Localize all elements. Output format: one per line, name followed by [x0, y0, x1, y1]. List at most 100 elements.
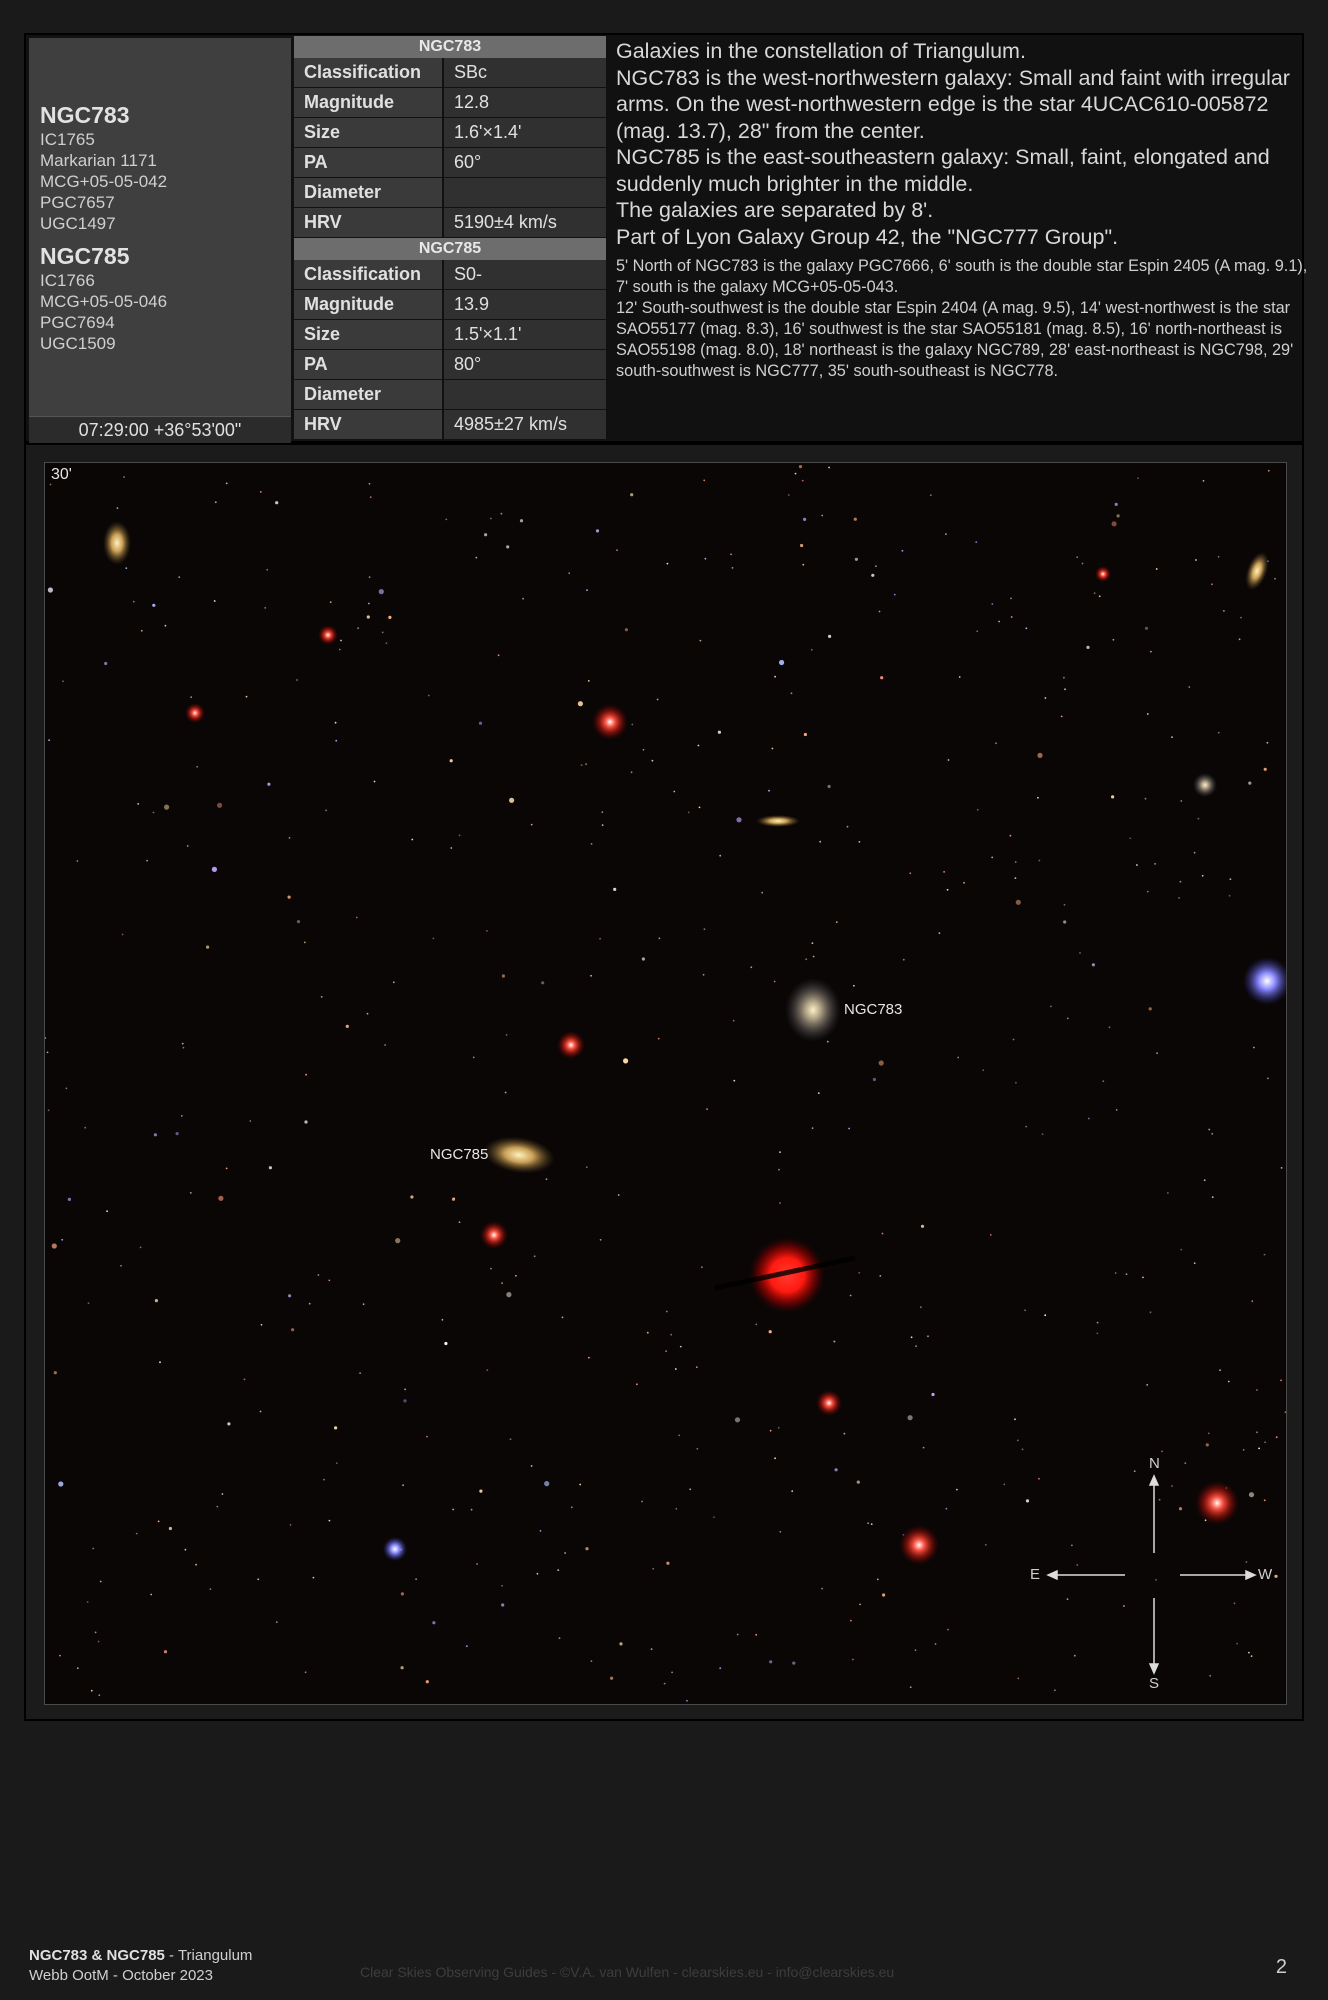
galaxy — [1193, 773, 1217, 797]
star — [450, 847, 453, 849]
alias: IC1765 — [40, 130, 95, 149]
star — [388, 615, 392, 619]
star — [779, 1202, 781, 1204]
star — [329, 601, 332, 603]
footer-title: NGC783 & NGC785 — [29, 1947, 165, 1964]
star — [320, 996, 323, 998]
star — [853, 517, 857, 521]
star — [152, 811, 155, 814]
star — [564, 1552, 566, 1554]
star — [157, 1520, 160, 1523]
star — [790, 692, 793, 695]
star — [1258, 1447, 1260, 1450]
row-key: Size — [294, 320, 444, 349]
alias: MCG+05-05-046 — [40, 292, 168, 311]
row-value — [444, 178, 606, 207]
table-row: PA 60° — [294, 148, 606, 178]
star — [774, 675, 776, 678]
star — [51, 1243, 57, 1249]
star — [590, 974, 592, 977]
star — [213, 600, 216, 602]
star — [1280, 1379, 1282, 1382]
star — [588, 1356, 590, 1359]
description-line: The galaxies are separated by 8'. — [616, 198, 934, 222]
star — [97, 1640, 100, 1643]
star — [909, 872, 912, 875]
star — [585, 1547, 589, 1551]
star — [670, 1333, 673, 1336]
star — [355, 916, 358, 919]
star — [1014, 861, 1017, 863]
star — [774, 1457, 776, 1460]
table-title: NGC785 — [294, 238, 606, 260]
star — [1044, 1314, 1047, 1317]
row-key: PA — [294, 350, 444, 379]
star — [164, 624, 167, 627]
star — [1003, 1483, 1006, 1486]
star — [1193, 1262, 1196, 1265]
star — [998, 620, 1000, 623]
star — [288, 1294, 292, 1298]
star — [666, 1561, 670, 1565]
star — [1197, 817, 1200, 820]
star — [771, 747, 774, 750]
star — [590, 1660, 593, 1662]
star — [1091, 963, 1095, 967]
star — [984, 1543, 987, 1546]
bright-star — [318, 625, 338, 645]
star — [976, 808, 979, 811]
star — [610, 1676, 614, 1680]
star — [1179, 880, 1182, 883]
star — [486, 1369, 489, 1371]
bright-star — [816, 1390, 842, 1416]
star — [1012, 1038, 1015, 1041]
star — [792, 1661, 796, 1665]
star — [305, 1073, 307, 1076]
star — [827, 784, 831, 789]
star — [1014, 877, 1017, 879]
table-row: Classification SBc — [294, 58, 606, 88]
star — [432, 1621, 436, 1625]
star — [289, 1524, 292, 1526]
star — [803, 517, 807, 521]
star — [778, 1168, 780, 1171]
row-key: Diameter — [294, 178, 444, 207]
row-value: 13.9 — [444, 290, 606, 319]
star — [1063, 676, 1065, 679]
star — [828, 466, 830, 469]
star — [617, 1194, 620, 1196]
star — [1263, 767, 1267, 771]
star — [186, 845, 189, 847]
row-value: 12.8 — [444, 88, 606, 117]
star — [1136, 864, 1138, 866]
star — [1211, 583, 1213, 586]
description: Galaxies in the constellation of Triangu… — [616, 38, 1316, 382]
star — [76, 860, 79, 862]
star — [362, 1303, 365, 1306]
compass-west: W — [1258, 1566, 1273, 1583]
star — [991, 603, 994, 605]
star — [779, 659, 785, 666]
row-key: PA — [294, 148, 444, 177]
star — [139, 1246, 142, 1249]
star — [619, 1642, 623, 1646]
star — [817, 1092, 820, 1094]
star — [630, 493, 634, 497]
star — [719, 1667, 722, 1670]
star — [1116, 514, 1120, 518]
row-key: Classification — [294, 260, 444, 289]
star — [303, 941, 306, 944]
star — [152, 603, 156, 607]
star — [1111, 521, 1117, 527]
star — [121, 933, 124, 936]
star — [1211, 1132, 1214, 1135]
star — [800, 543, 804, 548]
star — [1217, 731, 1220, 734]
star — [1158, 1498, 1161, 1501]
star — [585, 763, 587, 766]
star — [522, 597, 524, 600]
star — [1263, 1253, 1266, 1256]
table-row: Size 1.6'×1.4' — [294, 118, 606, 148]
star — [359, 1372, 361, 1374]
star — [734, 1417, 741, 1423]
